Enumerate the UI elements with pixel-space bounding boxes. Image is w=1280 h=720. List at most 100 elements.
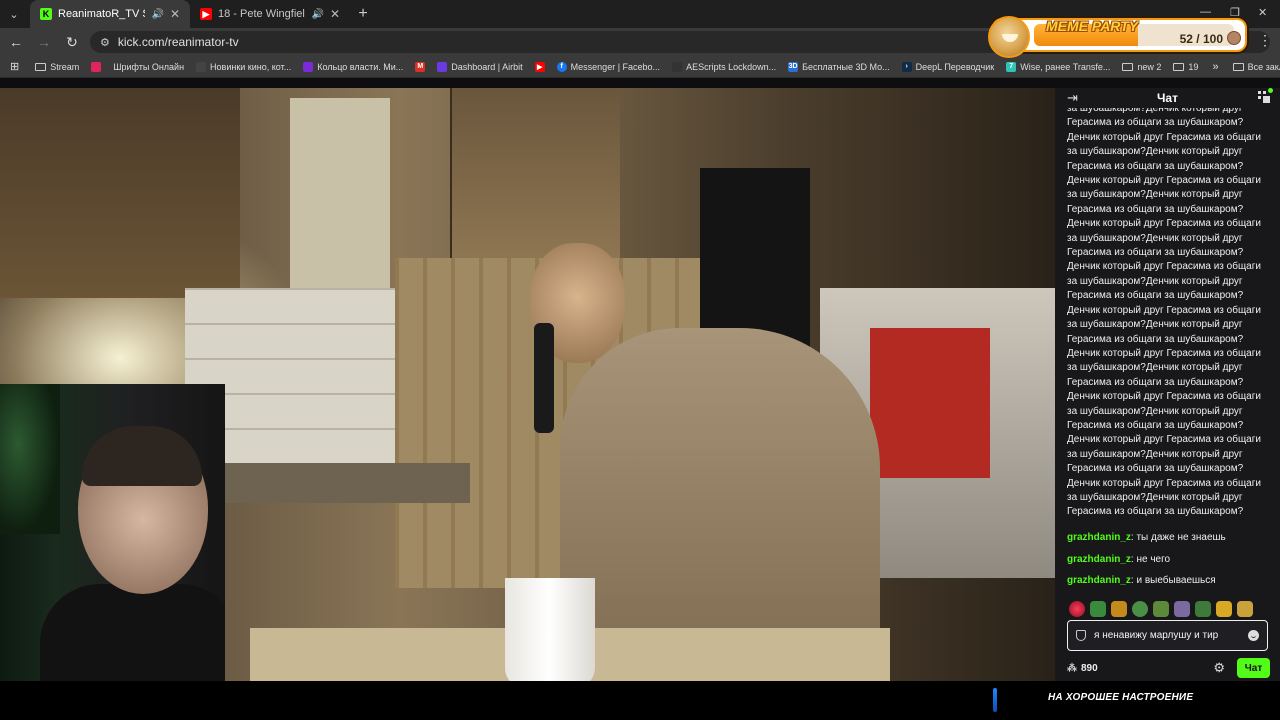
spam-line: за шубашкаром?Денчик который друг: [1067, 275, 1243, 287]
emote-icon[interactable]: [1174, 601, 1190, 617]
more-bookmarks-icon[interactable]: »: [1204, 61, 1226, 73]
bookmark-icon: [437, 61, 448, 72]
points-icon: ⁂: [1067, 662, 1077, 674]
apps-grid-icon[interactable]: ⊞: [0, 60, 29, 73]
emote-icon[interactable]: [1153, 601, 1169, 617]
close-window-icon[interactable]: ✕: [1258, 6, 1267, 19]
bookmark-rings[interactable]: Кольцо власти. Ми...: [297, 61, 409, 72]
spam-line: Герасима из общаги за шубашкаром?: [1067, 160, 1244, 172]
spam-line: Герасима из общаги за шубашкаром?: [1067, 117, 1244, 129]
ticker-text: НА ХОРОШЕЕ НАСТРОЕНИЕ: [1048, 692, 1194, 703]
send-chat-button[interactable]: Чат: [1237, 658, 1270, 678]
chat-message: grazhdanin_z: не чего: [1067, 554, 1170, 565]
spam-line: Герасима из общаги за шубашкаром?: [1067, 333, 1244, 345]
spam-line: за шубашкаром?Денчик который друг: [1067, 362, 1243, 374]
emote-icon[interactable]: [1111, 601, 1127, 617]
emote-icon[interactable]: [1237, 601, 1253, 617]
speaker-icon[interactable]: 🔊: [151, 9, 163, 20]
spam-line: за шубашкаром?Денчик который друг: [1067, 189, 1243, 201]
emote-icon[interactable]: [1069, 601, 1085, 617]
chat-panel: ⇥ Чат за шубашкаром?Денчик который друг Г…: [1055, 88, 1280, 681]
plant: [0, 384, 60, 534]
bookmark-fonts[interactable]: Шрифты Онлайн: [107, 62, 190, 72]
spam-line: за шубашкаром?Денчик который друг: [1067, 448, 1243, 460]
close-tab-icon[interactable]: ✕: [170, 7, 180, 21]
bookmark-messenger[interactable]: f Messenger | Facebo...: [551, 61, 666, 72]
tab-search-icon[interactable]: ⌄: [2, 2, 26, 26]
bookmark-gmail[interactable]: M: [409, 61, 431, 72]
emote-icon[interactable]: [1216, 601, 1232, 617]
bookmark-icon: [672, 61, 683, 72]
close-tab-icon[interactable]: ✕: [330, 7, 340, 21]
doge-avatar: [988, 16, 1030, 58]
chat-username[interactable]: grazhdanin_z: [1067, 575, 1131, 586]
bookmark-icon-only[interactable]: [85, 61, 107, 72]
bookmark-wise[interactable]: 7 Wise, ранее Transfe...: [1000, 61, 1116, 72]
chat-username[interactable]: grazhdanin_z: [1067, 532, 1131, 543]
kitchen-cabinet: [450, 88, 620, 258]
emote-icon[interactable]: [1195, 601, 1211, 617]
spam-line: Денчик который друг Герасима из общаги: [1067, 477, 1261, 489]
bookmark-label: Stream: [50, 61, 80, 72]
emoji-picker-icon[interactable]: [1248, 630, 1259, 641]
back-button[interactable]: ←: [4, 30, 28, 54]
bookmark-label: Dashboard | Airbit: [451, 61, 523, 72]
bookmark-aescripts[interactable]: AEScripts Lockdown...: [666, 61, 782, 72]
bookmark-icon: [196, 61, 207, 72]
emote-icon[interactable]: [1090, 601, 1106, 617]
forward-button[interactable]: →: [32, 30, 56, 54]
spam-line: Денчик который друг Герасима из общаги: [1067, 391, 1261, 403]
coin-icon: [1227, 31, 1241, 45]
bookmark-label: Messenger | Facebo...: [570, 61, 661, 72]
bookmark-label: Wise, ранее Transfe...: [1020, 61, 1111, 72]
browser-menu-icon[interactable]: ⋮: [1258, 32, 1272, 49]
collapse-chat-icon[interactable]: ⇥: [1067, 90, 1078, 106]
reload-button[interactable]: ↻: [60, 30, 84, 54]
bookmark-3d[interactable]: 3D Бесплатные 3D Мо...: [782, 61, 896, 72]
bookmark-deepl[interactable]: › DeepL Переводчик: [896, 61, 1001, 72]
meme-party-widget: MEME PARTY 52 / 100: [988, 16, 1247, 58]
bookmark-youtube[interactable]: ▶: [529, 61, 551, 72]
new-tab-button[interactable]: +: [350, 0, 376, 28]
bookmark-label: DeepL Переводчик: [915, 61, 995, 72]
folder-icon: [35, 62, 47, 71]
spam-line: Герасима из общаги за шубашкаром?: [1067, 203, 1244, 215]
chat-input-field[interactable]: [1094, 630, 1240, 641]
spam-line: за шубашкаром?Денчик который друг: [1067, 108, 1243, 114]
site-info-icon[interactable]: ⚙: [100, 36, 110, 49]
minimize-icon[interactable]: —: [1200, 6, 1211, 18]
spam-line: Герасима из общаги за шубашкаром?: [1067, 506, 1244, 518]
spam-line: за шубашкаром?Денчик который друг: [1067, 319, 1243, 331]
chat-settings-icon[interactable]: ⚙: [1213, 660, 1225, 676]
channel-points[interactable]: ⁂ 890: [1067, 663, 1098, 674]
bookmark-movies[interactable]: Новинки кино, кот...: [190, 61, 297, 72]
online-dot: [1268, 88, 1273, 93]
bookmark-19[interactable]: 19: [1167, 62, 1204, 72]
bookmark-stream[interactable]: Stream: [29, 62, 85, 72]
chat-text: не чего: [1136, 554, 1171, 565]
bookmark-icon: 3D: [788, 61, 799, 72]
bookmark-new2[interactable]: new 2: [1116, 62, 1167, 72]
gmail-icon: M: [415, 61, 426, 72]
speaker-icon[interactable]: 🔊: [311, 9, 323, 20]
bookmark-label: Кольцо власти. Ми...: [317, 61, 404, 72]
tab-youtube[interactable]: ▶ 18 - Pete Wingfield - 18 W 🔊 ✕: [190, 0, 350, 28]
spam-message: за шубашкаром?Денчик который друг Герасим…: [1067, 108, 1272, 520]
spam-line: за шубашкаром?Денчик который друг: [1067, 232, 1243, 244]
bookmark-airbit[interactable]: Dashboard | Airbit: [431, 61, 528, 72]
tab-kick-stream[interactable]: K ReanimatoR_TV Stream - W 🔊 ✕: [30, 0, 190, 28]
kick-logo-icon: K: [40, 8, 52, 20]
bookmark-label: Шрифты Онлайн: [113, 61, 185, 72]
grid-icon: [1258, 91, 1270, 103]
shield-icon[interactable]: [1076, 630, 1086, 641]
chat-users-icon[interactable]: [1258, 88, 1273, 103]
spam-line: Денчик который друг Герасима из общаги: [1067, 304, 1261, 316]
chat-username[interactable]: grazhdanin_z: [1067, 554, 1131, 565]
emote-icon[interactable]: [1132, 601, 1148, 617]
bookmark-label: 19: [1188, 61, 1199, 72]
bottom-strip: НА ХОРОШЕЕ НАСТРОЕНИЕ: [0, 681, 1280, 720]
chat-input-box[interactable]: [1067, 620, 1268, 651]
chat-messages[interactable]: за шубашкаром?Денчик который друг Герасим…: [1055, 108, 1280, 598]
tab-title: 18 - Pete Wingfield - 18 W: [218, 8, 305, 20]
all-bookmarks[interactable]: Все закладки: [1227, 62, 1280, 72]
